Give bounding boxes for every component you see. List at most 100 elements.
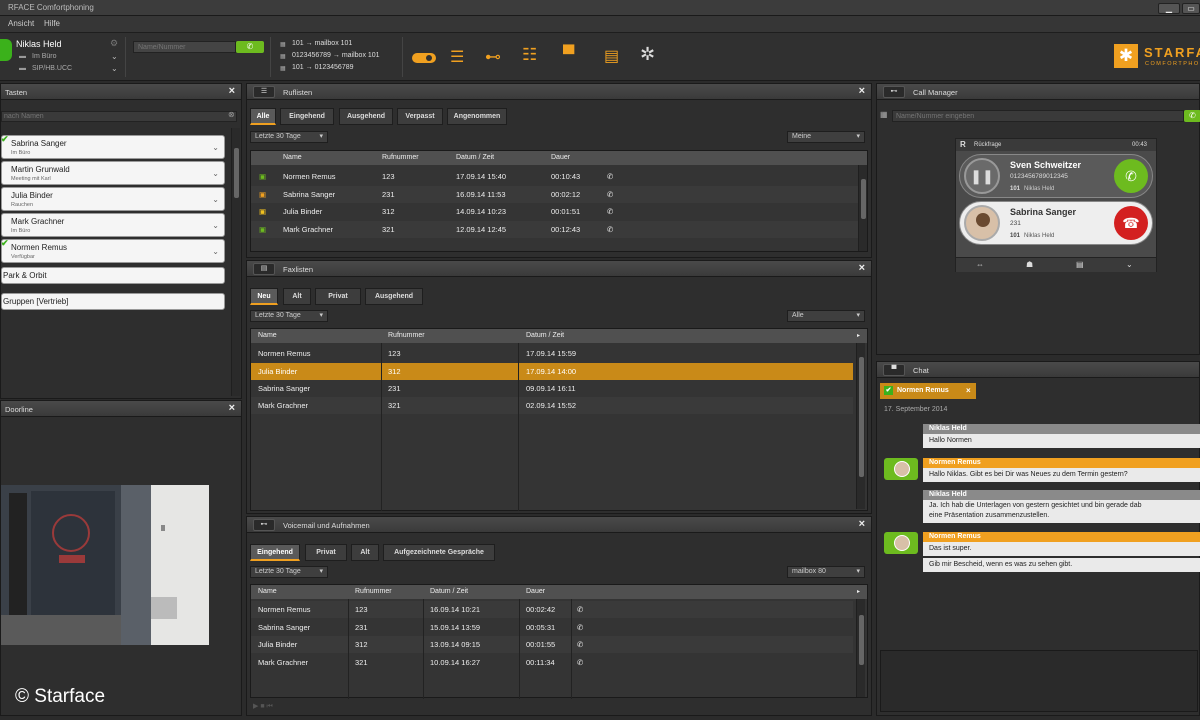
group-vertrieb[interactable]: Gruppen [Vertrieb] xyxy=(1,293,225,310)
forward-rule[interactable]: 0123456789 → mailbox 101 xyxy=(292,52,380,59)
table-row[interactable]: ▣ Normen Remus 123 17.09.14 15:40 00:10:43 ✆ xyxy=(251,168,859,185)
column-header[interactable]: Dauer xyxy=(551,154,570,161)
resume-call-button[interactable]: ✆ xyxy=(1114,159,1148,193)
column-header[interactable]: Rufnummer xyxy=(388,332,425,339)
scroll-right-icon[interactable]: ▸ xyxy=(857,332,860,339)
period-select[interactable]: Letzte 30 Tage ▾ xyxy=(250,131,328,143)
column-header[interactable]: Name xyxy=(258,588,277,595)
minimize-button[interactable]: ▁ xyxy=(1158,3,1180,14)
column-header[interactable]: Datum / Zeit xyxy=(430,588,468,595)
dial-input[interactable] xyxy=(133,41,236,53)
tab-alle[interactable]: Alle xyxy=(250,108,276,125)
table-row[interactable]: Sabrina Sanger 231 15.09.14 13:59 00:05:31 ✆ xyxy=(251,619,853,636)
clear-search-icon[interactable]: ⊗ xyxy=(228,110,235,119)
table-row[interactable]: ▣ Mark Grachner 321 12.09.14 12:45 00:12:43 ✆ xyxy=(251,221,859,238)
conference-icon[interactable]: ☗ xyxy=(1026,260,1033,269)
call-back-icon[interactable]: ✆ xyxy=(577,605,583,614)
column-header[interactable]: Rufnummer xyxy=(382,154,419,161)
gear-icon[interactable]: ⚙ xyxy=(110,38,118,49)
transfer-icon[interactable]: ⇔ xyxy=(976,260,984,269)
toggle-icon[interactable] xyxy=(412,53,436,63)
chevron-down-icon[interactable]: ⌄ xyxy=(212,221,219,230)
key-sabrina-sanger[interactable]: ✔ Sabrina Sanger Im Büro ⌄ xyxy=(1,134,225,159)
dialpad-icon[interactable]: ▦ xyxy=(880,110,888,119)
playback-controls-icon[interactable]: ▶ ■ ⏮ xyxy=(253,702,273,711)
scroll-right-icon[interactable]: ▸ xyxy=(857,588,860,595)
table-row[interactable]: ▣ Julia Binder 312 14.09.14 10:23 00:01:51 ✆ xyxy=(251,203,859,220)
chevron-down-icon[interactable]: ⌄ xyxy=(1126,260,1133,269)
chevron-down-icon[interactable]: ⌄ xyxy=(111,52,118,61)
active-call[interactable]: Sabrina Sanger 231 101 Niklas Held ☎ xyxy=(959,201,1153,245)
tab-neu[interactable]: Neu xyxy=(250,288,278,305)
call-back-icon[interactable]: ✆ xyxy=(607,225,613,234)
status-shield-icon[interactable] xyxy=(0,39,12,61)
held-call[interactable]: ❚❚ Sven Schweitzer 0123456789012345 101 … xyxy=(959,154,1153,198)
key-normen-remus[interactable]: ✔ Normen Remus Verfügbar ⌄ xyxy=(1,238,225,263)
close-icon[interactable]: × xyxy=(859,85,865,97)
call-search-input[interactable] xyxy=(892,110,1184,122)
chat-input[interactable] xyxy=(880,650,1198,712)
chevron-down-icon[interactable]: ⌄ xyxy=(212,143,219,152)
key-mark-grachner[interactable]: Mark Grachner Im Büro ⌄ xyxy=(1,213,225,237)
chevron-down-icon[interactable]: ⌄ xyxy=(212,169,219,178)
table-row[interactable]: Mark Grachner 321 10.09.14 16:27 00:11:34 ✆ xyxy=(251,654,853,671)
call-back-icon[interactable]: ✆ xyxy=(577,658,583,667)
chevron-down-icon[interactable]: ⌄ xyxy=(212,247,219,256)
chat-icon[interactable]: ▀ xyxy=(563,46,574,64)
chevron-down-icon[interactable]: ⌄ xyxy=(212,195,219,204)
tab-eingehend[interactable]: Eingehend xyxy=(280,108,334,125)
contacts-list-icon[interactable]: ☷ xyxy=(522,45,537,65)
park-icon[interactable]: ▤ xyxy=(1076,260,1084,269)
call-button[interactable]: ✆ xyxy=(1184,110,1200,122)
tab-aufgezeichnete-gespraeche[interactable]: Aufgezeichnete Gespräche xyxy=(383,544,495,561)
key-julia-binder[interactable]: Julia Binder Rauchen ⌄ xyxy=(1,187,225,211)
filter-select[interactable]: Meine ▾ xyxy=(787,131,865,143)
call-back-icon[interactable]: ✆ xyxy=(577,623,583,632)
table-scrollbar[interactable] xyxy=(856,599,865,697)
list-icon[interactable]: ☰ xyxy=(450,47,464,67)
column-header[interactable]: Datum / Zeit xyxy=(526,332,564,339)
call-back-icon[interactable]: ✆ xyxy=(607,172,613,181)
key-martin-grunwald[interactable]: Martin Grunwald Meeting mit Karl ⌄ xyxy=(1,161,225,185)
dial-button[interactable]: ✆ xyxy=(236,41,264,53)
column-header[interactable]: Name xyxy=(258,332,277,339)
close-icon[interactable]: × xyxy=(229,85,235,97)
column-header[interactable]: Name xyxy=(283,154,302,161)
table-row[interactable]: Normen Remus 123 16.09.14 10:21 00:02:42 ✆ xyxy=(251,601,853,618)
tab-privat[interactable]: Privat xyxy=(315,288,361,305)
tab-alt[interactable]: Alt xyxy=(283,288,311,305)
chevron-down-icon[interactable]: ⌄ xyxy=(111,64,118,73)
maximize-button[interactable]: ▭ xyxy=(1182,3,1200,14)
tab-ausgehend[interactable]: Ausgehend xyxy=(365,288,423,305)
settings-gear-icon[interactable]: ✲ xyxy=(640,44,655,65)
forward-rule[interactable]: 101 → mailbox 101 xyxy=(292,40,352,47)
close-icon[interactable]: × xyxy=(859,518,865,530)
table-row[interactable]: Sabrina Sanger 231 09.09.14 16:11 xyxy=(251,380,853,397)
call-back-icon[interactable]: ✆ xyxy=(607,207,613,216)
hangup-button[interactable]: ☎ xyxy=(1114,206,1148,240)
column-header[interactable]: Datum / Zeit xyxy=(456,154,494,161)
tab-eingehend[interactable]: Eingehend xyxy=(250,544,300,561)
menu-ansicht[interactable]: Ansicht xyxy=(8,19,34,28)
table-scrollbar[interactable] xyxy=(856,343,865,509)
group-park-orbit[interactable]: Park & Orbit xyxy=(1,267,225,284)
table-row[interactable]: Normen Remus 123 17.09.14 15:59 xyxy=(251,345,853,362)
tab-privat[interactable]: Privat xyxy=(305,544,347,561)
table-scrollbar[interactable] xyxy=(858,165,867,251)
mailbox-select[interactable]: mailbox 80 ▾ xyxy=(787,566,865,578)
voicemail-icon[interactable]: ⊷ xyxy=(485,47,501,67)
table-row-selected[interactable]: Julia Binder 312 17.09.14 14:00 xyxy=(251,363,853,380)
tab-verpasst[interactable]: Verpasst xyxy=(397,108,443,125)
menu-hilfe[interactable]: Hilfe xyxy=(44,19,60,28)
table-row[interactable]: Mark Grachner 321 02.09.14 15:52 xyxy=(251,397,853,414)
pause-icon[interactable]: ❚❚ xyxy=(964,158,1000,194)
tab-alt[interactable]: Alt xyxy=(351,544,379,561)
tab-angenommen[interactable]: Angenommen xyxy=(447,108,507,125)
column-header[interactable]: Rufnummer xyxy=(355,588,392,595)
call-back-icon[interactable]: ✆ xyxy=(577,640,583,649)
table-row[interactable]: Julia Binder 312 13.09.14 09:15 00:01:55 ✆ xyxy=(251,636,853,653)
fax-icon[interactable]: ▤ xyxy=(604,46,619,66)
tab-ausgehend[interactable]: Ausgehend xyxy=(339,108,393,125)
close-icon[interactable]: × xyxy=(859,262,865,274)
forward-rule[interactable]: 101 → 0123456789 xyxy=(292,64,354,71)
